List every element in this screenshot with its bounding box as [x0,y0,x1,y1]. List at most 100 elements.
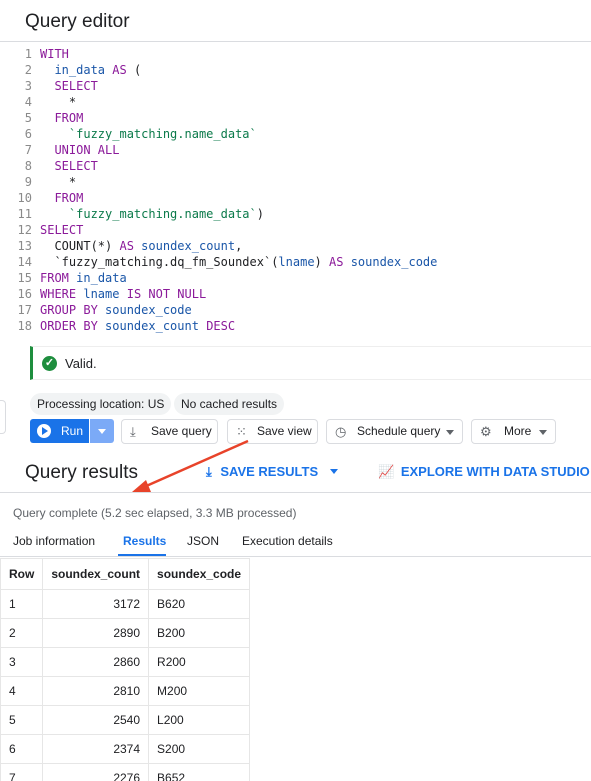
soundex-code-cell: M200 [148,676,251,706]
schedule-query-button[interactable]: ◷ Schedule query [326,419,463,444]
chart-icon: 📈 [378,464,395,479]
clock-icon: ◷ [335,424,347,439]
collapse-handle[interactable] [0,400,6,434]
row-number: 6 [0,734,44,764]
soundex-count-cell: 2374 [42,734,150,764]
query-results-title: Query results [25,462,138,483]
chevron-down-icon [446,430,454,435]
code-line: SELECT [54,159,98,173]
table-row: 2 2890 B200 [0,618,251,648]
line-number: 6 [24,127,32,141]
soundex-code-cell: S200 [148,734,251,764]
code-line: FROM [54,191,84,205]
row-number: 1 [0,589,44,619]
code-line: SELECT [54,79,98,93]
query-editor-title: Query editor [25,11,130,32]
column-header-row[interactable]: Row [0,558,44,590]
chevron-down-icon [539,430,547,435]
results-table: Row soundex_count soundex_code 1 3172 B620… [0,558,251,781]
code-line: SELECT [40,223,84,237]
row-number: 2 [0,618,44,648]
divider [0,492,591,493]
line-number: 9 [24,175,32,189]
column-header-soundex-code[interactable]: soundex_code [148,558,251,590]
sql-code-editor[interactable]: 1 WITH 2 in_data AS ( 3 SELECT 4 * 5 FROM… [0,44,591,336]
save-view-button[interactable]: ⁙ Save view [227,419,318,444]
view-grid-icon: ⁙ [236,424,247,439]
table-header-row: Row soundex_count soundex_code [0,558,251,590]
soundex-count-cell: 2540 [42,705,150,735]
code-line: ORDER BY soundex_count DESC [40,319,236,333]
line-number: 14 [17,255,32,269]
code-line: `fuzzy_matching.dq_fm_Soundex`(lname) AS… [40,255,438,269]
line-number: 17 [17,303,32,317]
download-icon: ⤓ [130,424,136,439]
line-number: 16 [17,287,32,301]
validation-text: Valid. [65,356,97,371]
line-number: 5 [24,111,32,125]
check-circle-icon: ✓ [42,356,57,371]
row-number: 5 [0,705,44,735]
query-editor-header: Query editor [0,0,591,42]
tab-job-information[interactable]: Job information [13,534,95,548]
line-number: 7 [24,143,32,157]
table-row: 5 2540 L200 [0,705,251,735]
more-button[interactable]: ⚙ More [471,419,556,444]
row-number: 3 [0,647,44,677]
line-number: 13 [17,239,32,253]
query-status: Query complete (5.2 sec elapsed, 3.3 MB … [13,506,297,520]
code-line: FROM [54,111,84,125]
code-line: COUNT(*) AS soundex_count, [40,239,243,253]
code-line: `fuzzy_matching.name_data` [68,127,257,141]
table-row: 1 3172 B620 [0,589,251,619]
explore-data-studio-button[interactable]: 📈 EXPLORE WITH DATA STUDIO [378,464,590,480]
soundex-code-cell: B652 [148,763,251,781]
download-icon: ⤓ [206,464,212,479]
table-row: 3 2860 R200 [0,647,251,677]
table-row: 7 2276 B652 [0,763,251,781]
gear-icon: ⚙ [480,424,492,439]
line-number: 18 [17,319,32,333]
divider [0,556,591,557]
code-line: FROM in_data [40,271,127,285]
table-row: 4 2810 M200 [0,676,251,706]
tab-execution-details[interactable]: Execution details [242,534,333,548]
line-number: 11 [17,207,32,221]
run-button[interactable]: Run [30,419,89,443]
code-line: WHERE lname IS NOT NULL [40,287,207,301]
run-dropdown-button[interactable] [90,419,114,443]
column-header-soundex-count[interactable]: soundex_count [42,558,150,590]
line-number: 15 [17,271,32,285]
soundex-code-cell: R200 [148,647,251,677]
code-line: WITH [40,47,69,61]
cache-status-chip: No cached results [174,393,285,415]
code-line: * [40,175,77,189]
soundex-count-cell: 2276 [42,763,150,781]
soundex-code-cell: B200 [148,618,251,648]
code-line: UNION ALL [54,143,120,157]
save-query-button[interactable]: ⤓ Save query [121,419,218,444]
line-number: 8 [24,159,32,173]
code-line: * [40,95,77,109]
line-number: 10 [17,191,32,205]
table-row: 6 2374 S200 [0,734,251,764]
play-icon [37,424,51,438]
line-number: 12 [17,223,32,237]
line-number: 2 [24,63,32,77]
line-number: 3 [24,79,32,93]
chevron-down-icon [98,429,106,434]
soundex-count-cell: 2890 [42,618,150,648]
code-line: in_data AS ( [54,63,142,77]
soundex-count-cell: 3172 [42,589,150,619]
line-number: 1 [24,47,32,61]
soundex-code-cell: L200 [148,705,251,735]
save-results-button[interactable]: ⤓ SAVE RESULTS [206,464,338,480]
tab-json[interactable]: JSON [187,534,219,548]
processing-location-chip: Processing location: US [30,393,172,415]
code-line: `fuzzy_matching.name_data`) [68,207,264,221]
code-line: GROUP BY soundex_code [40,303,192,317]
line-number: 4 [24,95,32,109]
soundex-code-cell: B620 [148,589,251,619]
tab-results[interactable]: Results [123,534,166,548]
validation-status: ✓ Valid. [30,346,591,380]
